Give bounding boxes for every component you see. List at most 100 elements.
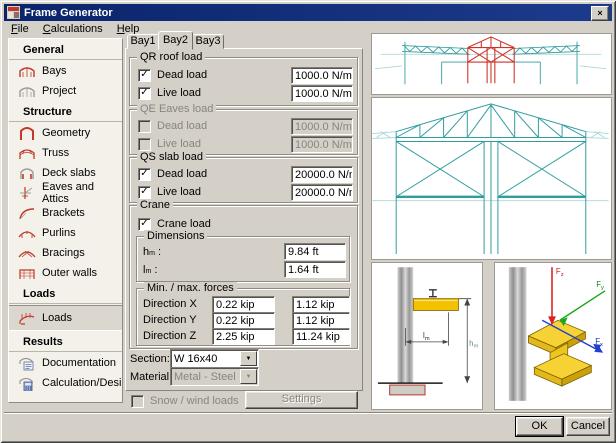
deck-slabs-icon <box>16 165 38 181</box>
menu-calculations[interactable]: Calculations <box>36 22 110 36</box>
divider <box>9 121 122 122</box>
sidebar-item-label: Project <box>42 85 76 97</box>
sidebar-item-geometry[interactable]: Geometry <box>9 123 122 143</box>
tab-bay2[interactable]: Bay2 <box>158 31 193 50</box>
crane-group: Crane ✓ Crane load Dimensions hm : lm : … <box>129 205 358 349</box>
hm-value-input[interactable] <box>284 243 346 260</box>
sidebar-item-documentation[interactable]: Documentation <box>9 353 122 373</box>
sidebar-item-label: Geometry <box>42 127 90 139</box>
tab-bay1[interactable]: Bay1 <box>127 34 159 49</box>
sidebar-item-bays[interactable]: Bays <box>9 61 122 81</box>
crane-load-label: Crane load <box>157 218 211 230</box>
sidebar-item-project[interactable]: Project <box>9 81 122 101</box>
geometry-icon <box>16 125 38 141</box>
qr-live-value-input[interactable] <box>291 85 353 102</box>
settings-button: Settings <box>245 391 358 409</box>
direction-z-min-input[interactable] <box>212 328 275 345</box>
qr-live-checkbox[interactable]: ✓ <box>138 87 151 100</box>
qe-dead-label: Dead load <box>157 120 207 132</box>
qe-eaves-load-group: QE Eaves load Dead load Live load <box>129 109 358 155</box>
material-value: Metal - Steel - ASTM A36 <box>171 371 239 383</box>
tab-page-bay2: QR roof load ✓ Dead load ✓ Live load QE … <box>125 48 363 391</box>
section-combo[interactable]: W 16x40 ▼ <box>170 349 259 368</box>
material-combo: Metal - Steel - ASTM A36 ▼ <box>170 367 259 386</box>
sidebar-item-calculation-design[interactable]: Calculation/Design <box>9 373 122 393</box>
svg-text:Fz: Fz <box>556 267 564 278</box>
sidebar-item-truss[interactable]: Truss <box>9 143 122 163</box>
sidebar-item-bracings[interactable]: Bracings <box>9 243 122 263</box>
close-button[interactable]: × <box>591 6 609 21</box>
app-icon <box>7 6 20 19</box>
ok-button[interactable]: OK <box>516 417 563 436</box>
sidebar-item-purlins[interactable]: Purlins <box>9 223 122 243</box>
qr-roof-load-group: QR roof load ✓ Dead load ✓ Live load <box>129 57 358 106</box>
direction-y-max-input[interactable] <box>292 312 350 329</box>
footer-divider <box>4 412 612 414</box>
cancel-button[interactable]: Cancel <box>566 417 610 436</box>
group-title: Crane <box>137 199 173 211</box>
outer-walls-icon <box>16 265 38 281</box>
sidebar: General Bays Project Structure Geometry … <box>8 38 123 403</box>
sidebar-header-structure: Structure <box>9 101 122 121</box>
bay-detail-drawing <box>372 98 609 257</box>
sidebar-item-label: Eaves and Attics <box>42 181 122 205</box>
divider <box>9 351 122 352</box>
snow-wind-checkbox <box>131 395 144 408</box>
sidebar-item-label: Bays <box>42 65 66 77</box>
truss-icon <box>16 145 38 161</box>
qe-dead-value-input <box>291 118 353 135</box>
qe-live-checkbox <box>138 138 151 151</box>
qs-live-value-input[interactable] <box>291 184 353 201</box>
direction-y-min-input[interactable] <box>212 312 275 329</box>
purlins-icon <box>16 225 38 241</box>
sidebar-item-label: Loads <box>42 312 72 324</box>
direction-x-max-input[interactable] <box>292 296 350 313</box>
qs-slab-load-group: QS slab load ✓ Dead load ✓ Live load <box>129 157 358 203</box>
min-max-forces-group: Min. / max. forces Direction X Direction… <box>136 288 350 346</box>
bays-icon <box>16 63 38 79</box>
check-icon: ✓ <box>140 70 148 80</box>
lm-label: lm : <box>143 264 157 276</box>
sidebar-item-label: Calculation/Design <box>42 377 123 389</box>
sidebar-header-general: General <box>9 39 122 59</box>
crane-dimension-panel: lm hm <box>371 262 483 410</box>
sidebar-item-label: Truss <box>42 147 69 159</box>
eaves-and-attics-icon <box>16 185 38 201</box>
calculation-design-icon <box>16 375 38 391</box>
crane-load-checkbox[interactable]: ✓ <box>138 218 151 231</box>
title-bar[interactable]: Frame Generator × <box>4 4 612 21</box>
chevron-down-icon: ▼ <box>240 369 257 384</box>
section-value: W 16x40 <box>171 353 239 365</box>
snow-wind-row: Snow / wind loads <box>131 393 251 409</box>
qs-live-checkbox[interactable]: ✓ <box>138 186 151 199</box>
qe-dead-checkbox <box>138 120 151 133</box>
qs-dead-checkbox[interactable]: ✓ <box>138 168 151 181</box>
direction-x-min-input[interactable] <box>212 296 275 313</box>
qr-dead-checkbox[interactable]: ✓ <box>138 69 151 82</box>
qr-dead-value-input[interactable] <box>291 67 353 84</box>
sidebar-header-results: Results <box>9 331 122 351</box>
direction-z-max-input[interactable] <box>292 328 350 345</box>
preview-bay-panel <box>371 97 612 260</box>
chevron-down-icon[interactable]: ▼ <box>240 351 257 366</box>
lm-value-input[interactable] <box>284 261 346 278</box>
sidebar-item-deck-slabs[interactable]: Deck slabs <box>9 163 122 183</box>
dimensions-group: Dimensions hm : lm : <box>136 236 350 282</box>
qs-dead-value-input[interactable] <box>291 166 353 183</box>
sidebar-item-loads[interactable]: Loads <box>9 305 122 331</box>
tab-bay3[interactable]: Bay3 <box>192 34 224 49</box>
sidebar-item-label: Bracings <box>42 247 85 259</box>
qr-live-label: Live load <box>157 87 201 99</box>
sidebar-item-label: Brackets <box>42 207 85 219</box>
group-title: Min. / max. forces <box>144 282 237 294</box>
sidebar-item-label: Documentation <box>42 357 116 369</box>
menu-file[interactable]: File <box>4 22 36 36</box>
project-icon <box>16 83 38 99</box>
sidebar-item-eaves-attics[interactable]: Eaves and Attics <box>9 183 122 203</box>
sidebar-header-loads: Loads <box>9 283 122 303</box>
svg-text:Fy: Fy <box>596 280 604 291</box>
qe-live-value-input <box>291 136 353 153</box>
sidebar-item-brackets[interactable]: Brackets <box>9 203 122 223</box>
documentation-icon <box>16 355 38 371</box>
sidebar-item-outer-walls[interactable]: Outer walls <box>9 263 122 283</box>
